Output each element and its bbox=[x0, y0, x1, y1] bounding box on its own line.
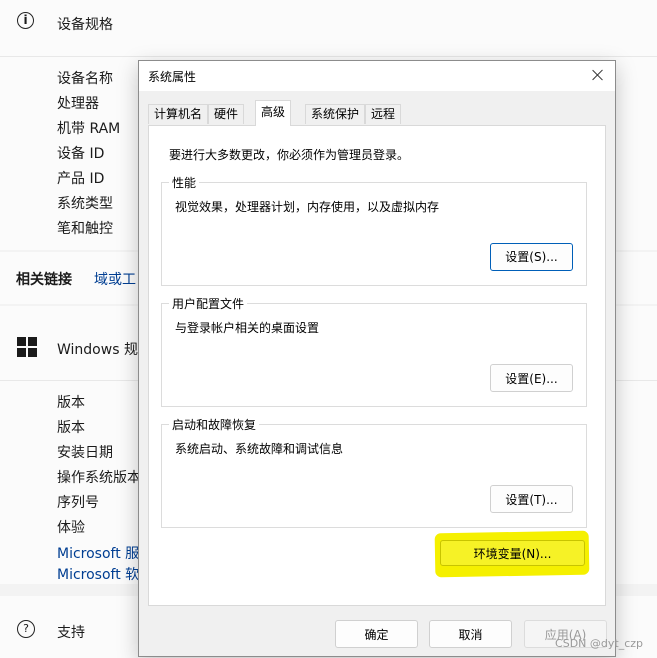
performance-group: 性能 视觉效果，处理器计划，内存使用，以及虚拟内存 设置(S)... bbox=[161, 174, 587, 286]
close-icon[interactable] bbox=[589, 66, 607, 84]
win-row-label: 体验 bbox=[57, 520, 85, 536]
info-icon: i bbox=[17, 12, 34, 29]
spec-row-label: 设备名称 bbox=[57, 71, 113, 87]
win-row-label: 操作系统版本 bbox=[57, 470, 141, 486]
user-profiles-settings-button[interactable]: 设置(E)... bbox=[490, 364, 573, 392]
spec-row-label: 笔和触控 bbox=[57, 221, 113, 237]
win-row-label: 序列号 bbox=[57, 495, 99, 511]
spec-row-label: 系统类型 bbox=[57, 196, 113, 212]
spec-row-label: 产品 ID bbox=[57, 171, 105, 187]
windows-logo-icon bbox=[17, 337, 37, 357]
watermark: CSDN @dyt_czp bbox=[555, 637, 643, 650]
tab-computer-name[interactable]: 计算机名 bbox=[148, 104, 209, 124]
win-row-label: 版本 bbox=[57, 420, 85, 436]
domain-link[interactable]: 域或工 bbox=[94, 269, 136, 289]
performance-title: 性能 bbox=[169, 174, 200, 191]
related-links-title: 相关链接 bbox=[16, 272, 72, 288]
tab-hardware[interactable]: 硬件 bbox=[208, 104, 245, 124]
dialog-title: 系统属性 bbox=[148, 70, 197, 84]
environment-variables-button[interactable]: 环境变量(N)... bbox=[440, 540, 585, 566]
spec-row-label: 处理器 bbox=[57, 96, 99, 112]
startup-recovery-title: 启动和故障恢复 bbox=[169, 416, 260, 433]
device-specs-title: 设备规格 bbox=[57, 17, 113, 33]
startup-recovery-settings-button[interactable]: 设置(T)... bbox=[490, 485, 573, 513]
user-profiles-title: 用户配置文件 bbox=[169, 295, 248, 312]
tab-remote[interactable]: 远程 bbox=[365, 104, 402, 124]
performance-settings-button[interactable]: 设置(S)... bbox=[490, 243, 573, 271]
startup-recovery-desc: 系统启动、系统故障和调试信息 bbox=[175, 442, 344, 456]
support-title[interactable]: 支持 bbox=[57, 622, 85, 642]
spec-row-label: 机带 RAM bbox=[57, 121, 121, 137]
ok-button[interactable]: 确定 bbox=[335, 620, 418, 648]
dialog-titlebar[interactable]: 系统属性 bbox=[139, 61, 615, 91]
help-icon: ? bbox=[17, 620, 35, 638]
tab-system-protection[interactable]: 系统保护 bbox=[305, 104, 366, 124]
divider bbox=[0, 56, 657, 57]
startup-recovery-group: 启动和故障恢复 系统启动、系统故障和调试信息 设置(T)... bbox=[161, 416, 587, 528]
performance-desc: 视觉效果，处理器计划，内存使用，以及虚拟内存 bbox=[175, 200, 440, 214]
cancel-button[interactable]: 取消 bbox=[429, 620, 512, 648]
user-profiles-desc: 与登录帐户相关的桌面设置 bbox=[175, 321, 320, 335]
win-row-label: 版本 bbox=[57, 395, 85, 411]
system-properties-dialog: 系统属性 计算机名 硬件 高级 系统保护 远程 要进行大多数更改，你必须作为管理… bbox=[138, 60, 616, 657]
user-profiles-group: 用户配置文件 与登录帐户相关的桌面设置 设置(E)... bbox=[161, 295, 587, 407]
admin-notice: 要进行大多数更改，你必须作为管理员登录。 bbox=[169, 148, 410, 162]
spec-row-label: 设备 ID bbox=[57, 146, 105, 162]
tab-advanced[interactable]: 高级 bbox=[255, 100, 292, 126]
win-row-label: 安装日期 bbox=[57, 445, 113, 461]
